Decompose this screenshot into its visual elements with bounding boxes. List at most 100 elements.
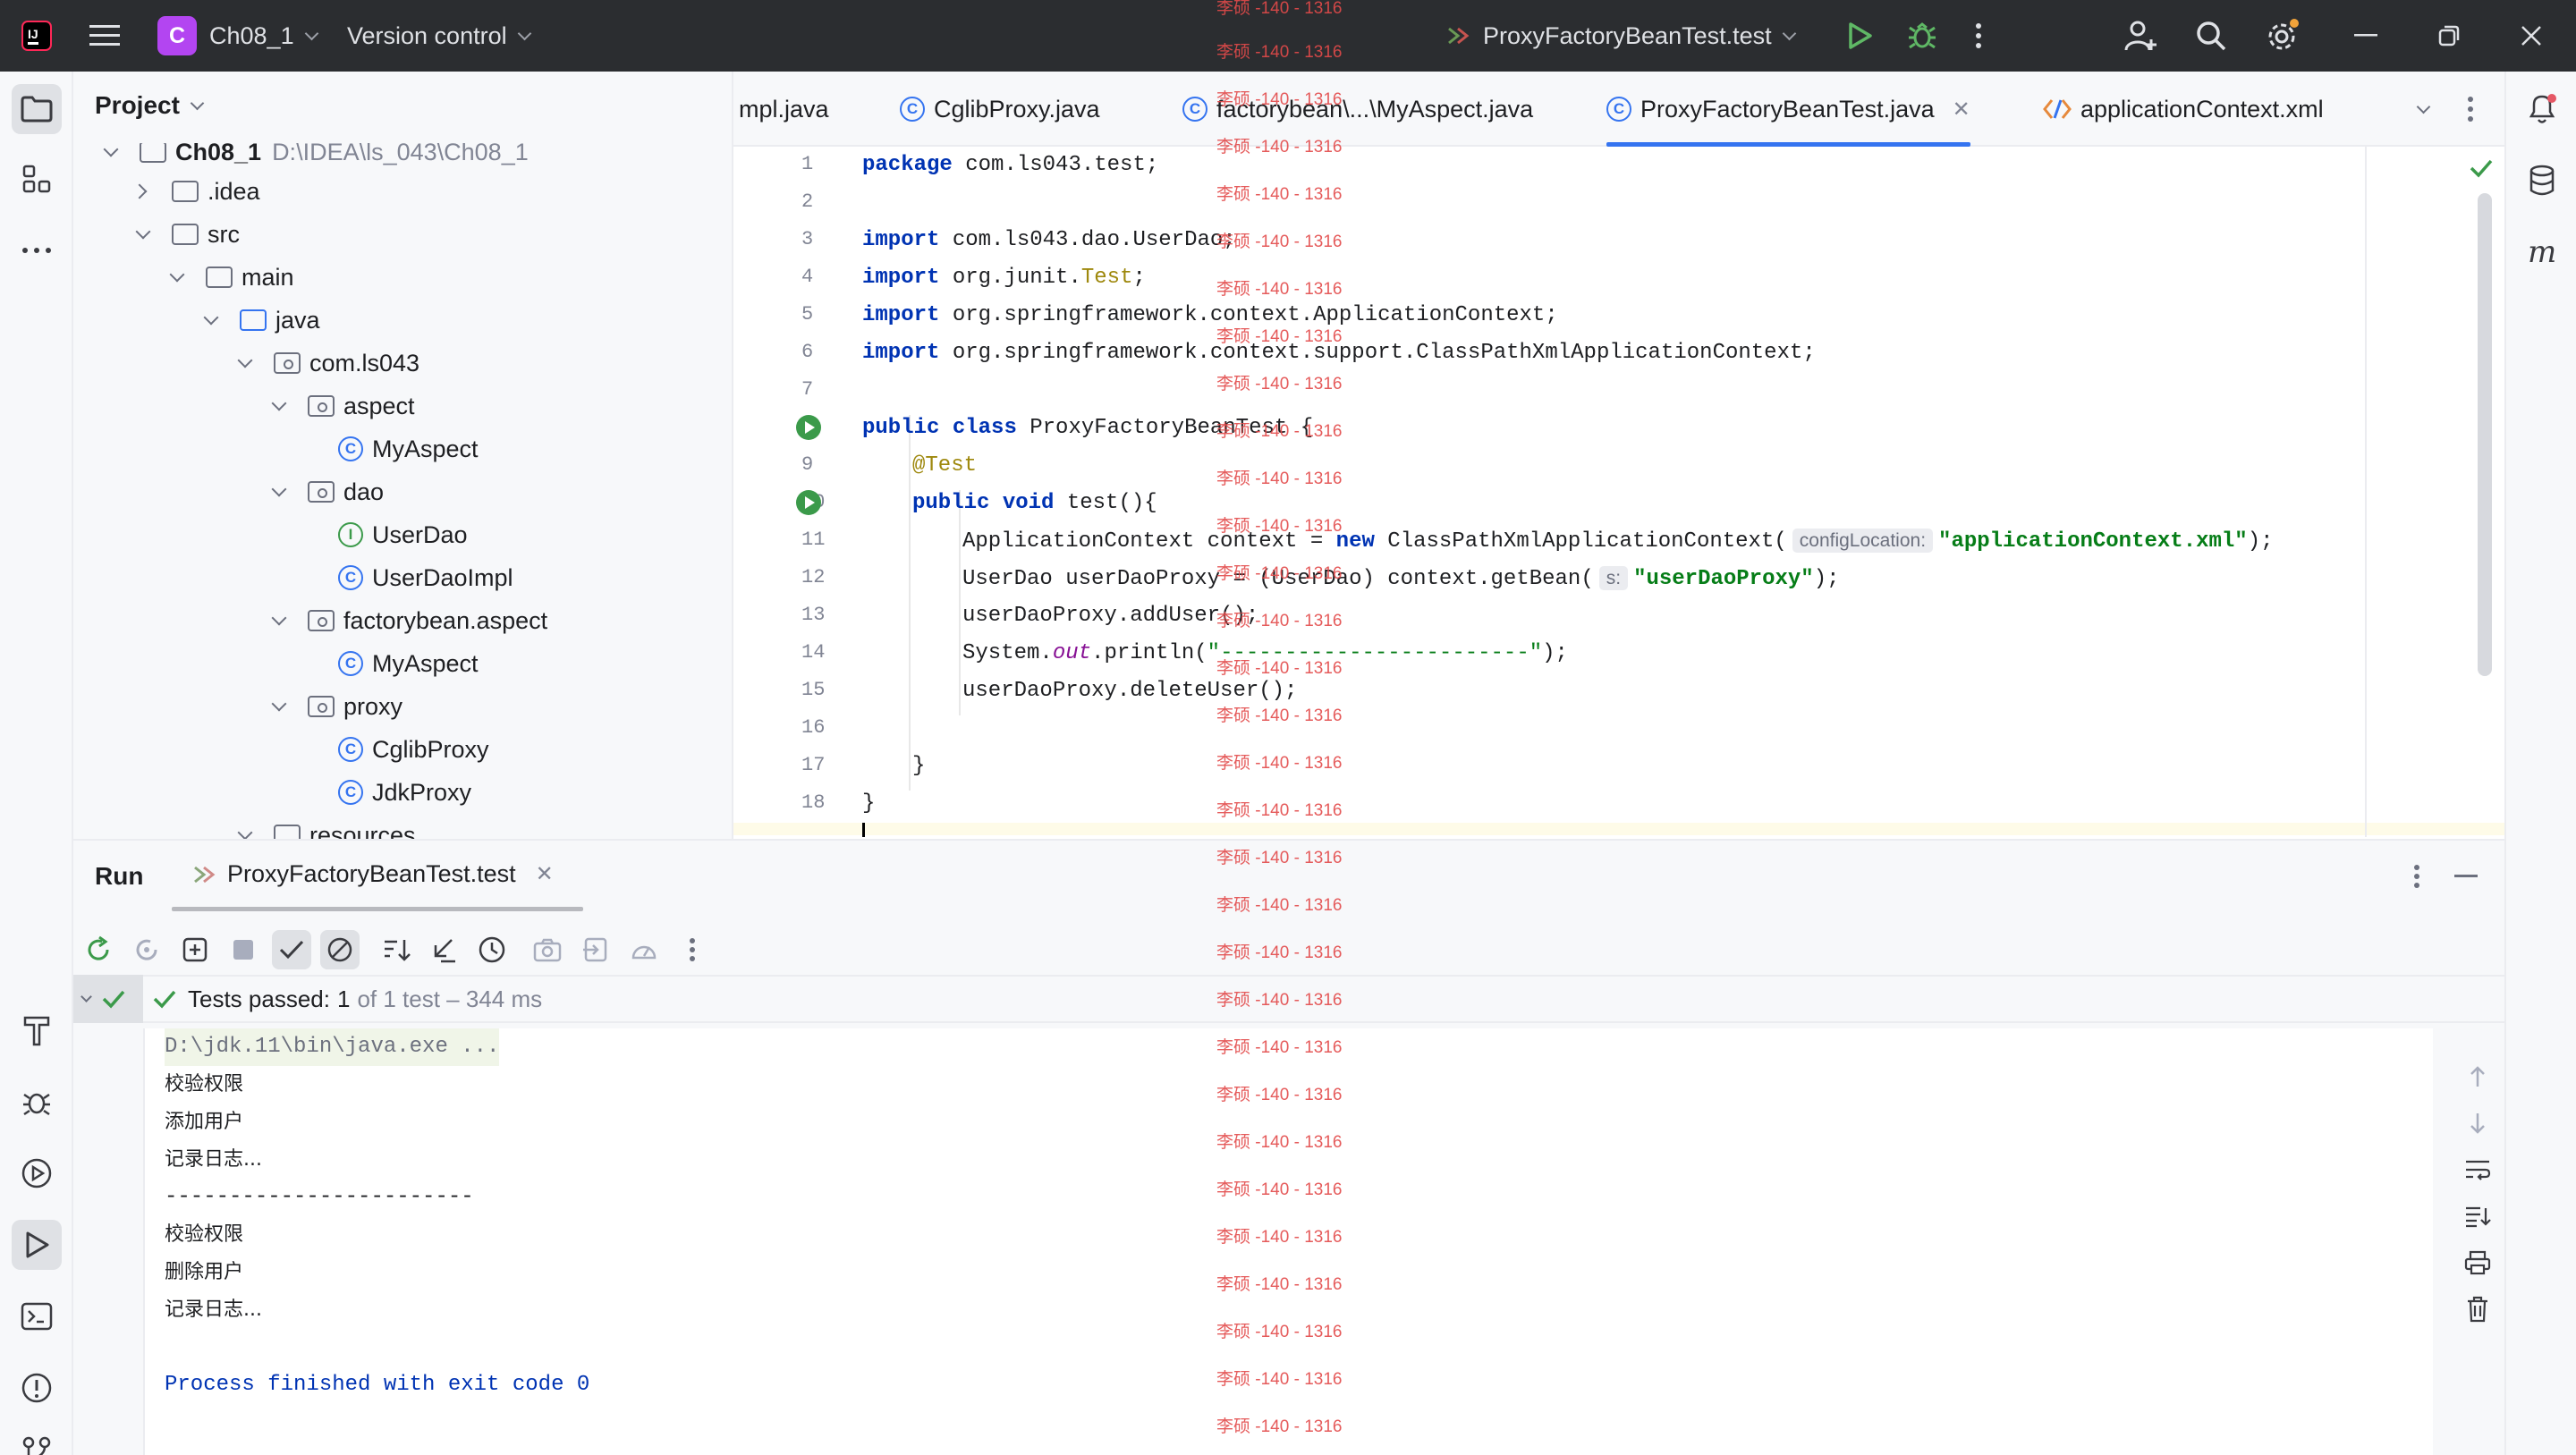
camera-icon[interactable] xyxy=(528,930,567,969)
tree-item-com-ls043[interactable]: com.ls043 xyxy=(237,342,419,385)
tree-item-main[interactable]: main xyxy=(169,256,294,299)
tree-item-myaspect-2[interactable]: C MyAspect xyxy=(338,642,479,685)
scroll-up-icon[interactable] xyxy=(2460,1059,2496,1095)
collapse-all-icon[interactable] xyxy=(424,930,463,969)
tree-item-userdao[interactable]: I UserDao xyxy=(338,513,468,556)
chevron-down-icon xyxy=(271,610,287,626)
main-menu-icon[interactable] xyxy=(89,0,120,72)
scroll-to-end-icon[interactable] xyxy=(2460,1198,2496,1234)
watermark: 李硕 -140 - 1316 xyxy=(1216,801,1343,820)
maven-icon[interactable]: m xyxy=(2517,227,2567,277)
project-badge: C xyxy=(157,16,197,55)
settings-gear-icon[interactable] xyxy=(2265,0,2301,72)
stop-icon[interactable] xyxy=(224,930,263,969)
string-literal: "applicationContext.xml" xyxy=(1938,529,2248,554)
vcs-menu[interactable]: Version control xyxy=(347,0,531,72)
hide-panel-icon[interactable] xyxy=(2454,875,2478,877)
debug-tool-icon[interactable] xyxy=(12,1077,62,1127)
project-switcher[interactable]: C Ch08_1 xyxy=(157,0,318,72)
run-gutter-icon[interactable] xyxy=(796,490,821,515)
tab-proxyfactorybeantest[interactable]: C ProxyFactoryBeanTest.java ✕ xyxy=(1606,72,1970,147)
tree-item-jdkproxy[interactable]: C JdkProxy xyxy=(338,771,471,814)
notifications-bell-icon[interactable] xyxy=(2517,84,2567,134)
problems-icon[interactable] xyxy=(12,1363,62,1413)
run-config-selector[interactable]: ProxyFactoryBeanTest.test xyxy=(1445,0,1796,72)
tree-item-resources[interactable]: resources xyxy=(237,814,416,839)
tree-item-factorybean-aspect[interactable]: factorybean.aspect xyxy=(271,599,548,642)
close-tab-icon[interactable]: ✕ xyxy=(1953,97,1970,123)
history-clock-icon[interactable] xyxy=(472,930,512,969)
rerun-icon[interactable] xyxy=(79,930,118,969)
watermark: 李硕 -140 - 1316 xyxy=(1216,991,1343,1010)
database-icon[interactable] xyxy=(2517,156,2567,206)
show-ignored-icon[interactable] xyxy=(320,930,360,969)
git-branch-icon[interactable] xyxy=(12,1427,62,1455)
import-tests-icon[interactable] xyxy=(576,930,615,969)
search-icon[interactable] xyxy=(2195,0,2227,72)
show-passed-icon[interactable] xyxy=(272,930,311,969)
tree-item-dao[interactable]: dao xyxy=(271,470,384,513)
soft-wrap-icon[interactable] xyxy=(2460,1152,2496,1188)
line-number: 11 xyxy=(801,529,826,551)
watermark: 李硕 -140 - 1316 xyxy=(1216,327,1343,346)
tree-item-java[interactable]: java xyxy=(203,299,320,342)
chevron-down-icon xyxy=(135,224,151,240)
run-gutter-icon[interactable] xyxy=(796,415,821,440)
run-tab-underline xyxy=(172,907,583,911)
editor-scrollbar[interactable] xyxy=(2478,193,2492,676)
print-icon[interactable] xyxy=(2460,1245,2496,1281)
code-editor[interactable]: 1 2 3 4 5 6 7 8 9 10 11 12 13 14 15 16 1… xyxy=(733,147,2504,837)
project-tool-folder-icon[interactable] xyxy=(12,84,62,134)
add-user-icon[interactable] xyxy=(2123,0,2157,72)
watermark: 李硕 -140 - 1316 xyxy=(1216,1323,1343,1341)
code-text: ; xyxy=(1132,266,1146,290)
tabs-dropdown-icon[interactable] xyxy=(2416,72,2431,147)
run-tool-icon[interactable] xyxy=(12,1220,62,1270)
tree-item-myaspect[interactable]: C MyAspect xyxy=(338,427,479,470)
tree-item-proxy[interactable]: proxy xyxy=(271,685,402,728)
terminal-icon[interactable] xyxy=(12,1291,62,1341)
no-problems-check-icon[interactable] xyxy=(2469,157,2494,183)
tree-item-userdaoimpl[interactable]: C UserDaoImpl xyxy=(338,556,513,599)
toggle-auto-test-icon[interactable] xyxy=(175,930,215,969)
run-toolbar-more-icon[interactable] xyxy=(673,930,712,969)
rerun-failed-icon[interactable] xyxy=(127,930,166,969)
tabs-more-icon[interactable] xyxy=(2467,72,2474,147)
project-panel-header[interactable]: Project xyxy=(95,91,205,120)
sort-icon[interactable] xyxy=(377,930,417,969)
test-root-node[interactable] xyxy=(73,975,143,1023)
tab-cglibproxy[interactable]: C CglibProxy.java xyxy=(900,72,1100,147)
tab-applicationcontext-xml[interactable]: applicationContext.xml xyxy=(2043,72,2324,147)
tree-item-label: factorybean.aspect xyxy=(343,606,548,634)
more-tools-icon[interactable] xyxy=(12,225,62,275)
tree-item-aspect[interactable]: aspect xyxy=(271,385,415,427)
tree-root-label: Ch08_1 xyxy=(175,143,262,165)
scroll-down-icon[interactable] xyxy=(2460,1105,2496,1141)
code-text: } xyxy=(912,754,926,778)
close-window-icon[interactable] xyxy=(2521,0,2542,72)
coverage-icon[interactable] xyxy=(624,930,664,969)
tree-item-src[interactable]: src xyxy=(135,213,240,256)
project-panel-title: Project xyxy=(95,91,180,119)
code-text: userDaoProxy.deleteUser(); xyxy=(962,679,1298,703)
watermark: 李硕 -140 - 1316 xyxy=(1216,1086,1343,1104)
clear-trash-icon[interactable] xyxy=(2460,1291,2496,1327)
run-button[interactable] xyxy=(1846,0,1873,72)
structure-icon[interactable] xyxy=(12,154,62,204)
more-actions-icon[interactable] xyxy=(1975,0,1982,72)
ide-logo-icon[interactable]: IJ xyxy=(21,0,52,72)
restore-icon[interactable] xyxy=(2438,0,2460,72)
tab-userdaoimpl[interactable]: mpl.java xyxy=(739,72,829,147)
services-icon[interactable] xyxy=(12,1148,62,1198)
close-tab-icon[interactable]: ✕ xyxy=(536,861,554,887)
debug-button[interactable] xyxy=(1907,0,1937,72)
minimize-icon[interactable] xyxy=(2354,0,2377,72)
tree-item-cglibproxy[interactable]: C CglibProxy xyxy=(338,728,489,771)
build-hammer-icon[interactable] xyxy=(12,1005,62,1055)
test-config-icon xyxy=(194,866,216,883)
run-panel-more-icon[interactable] xyxy=(2413,864,2420,893)
tree-root[interactable]: Ch08_1 D:\IDEA\ls_043\Ch08_1 xyxy=(103,143,529,173)
tree-item-idea[interactable]: .idea xyxy=(131,170,260,213)
run-tab[interactable]: ProxyFactoryBeanTest.test ✕ xyxy=(191,860,554,888)
watermark: 李硕 -140 - 1316 xyxy=(1216,659,1343,678)
